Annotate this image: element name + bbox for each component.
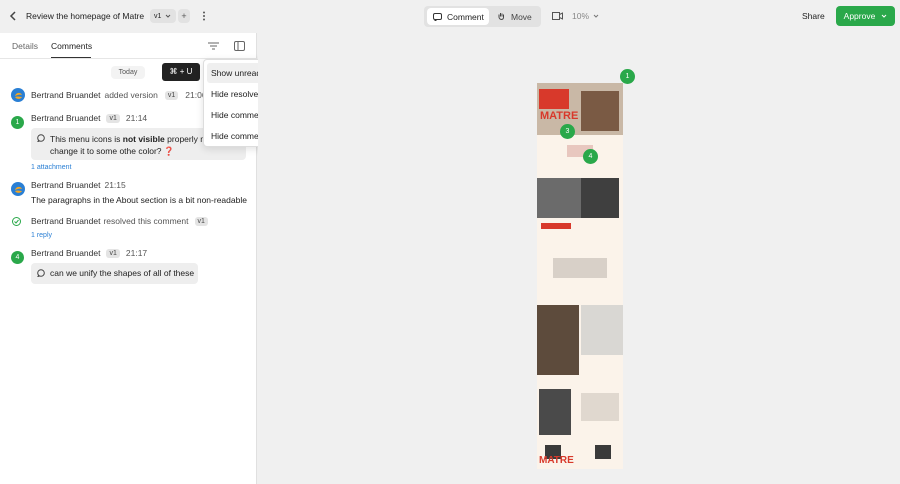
comment-text-line2: change it to some othe color? ❓	[50, 146, 175, 156]
tab-comments[interactable]: Comments	[51, 41, 92, 51]
top-bar: Review the homepage of Matre v1 + Commen…	[0, 0, 900, 33]
timestamp: 21:14	[125, 113, 148, 123]
brand-wordmark: MATRE	[540, 110, 579, 122]
comment-text: This menu icons is not visible properly …	[50, 133, 212, 145]
zoom-value: 10%	[572, 11, 590, 21]
comment-icon	[37, 134, 45, 142]
activity-row: Bertrand Bruandet added version v1 21:06	[31, 90, 207, 100]
approve-button[interactable]: Approve	[836, 6, 895, 26]
avatar	[11, 182, 25, 196]
activity-action: added version	[104, 90, 158, 100]
move-mode-button[interactable]: Move	[497, 8, 539, 25]
author-name: Bertrand Bruandet	[31, 248, 101, 258]
version-badge: v1	[164, 90, 179, 100]
comment-header: Bertrand Bruandet 21:15	[31, 180, 126, 190]
author-name: Bertrand Bruandet	[31, 90, 101, 100]
product-grid-image	[581, 178, 619, 218]
comment-mode-button[interactable]: Comment	[427, 8, 489, 25]
tab-details[interactable]: Details	[12, 41, 38, 51]
gallery-image	[581, 305, 623, 355]
brand-logo-icon	[14, 92, 22, 99]
approve-label: Approve	[843, 11, 876, 21]
page-preview[interactable]: MATRE MATRE	[537, 83, 623, 469]
version-badge: v1	[194, 216, 208, 226]
author-name: Bertrand Bruandet	[31, 180, 101, 190]
product-grid-image	[595, 445, 611, 459]
activity-row: Bertrand Bruandet resolved this comment …	[31, 216, 208, 226]
author-name: Bertrand Bruandet	[31, 216, 101, 226]
comment-text: The paragraphs in the About section is a…	[31, 195, 247, 205]
portrait-image	[539, 389, 571, 435]
product-grid-image	[537, 178, 581, 218]
resolved-check-icon	[11, 216, 21, 226]
comment-text: can we unify the shapes of all of these	[50, 268, 195, 278]
attachment-link[interactable]: 1 attachment	[31, 164, 71, 171]
review-canvas[interactable]: MATRE MATRE 1 3 4	[258, 33, 900, 484]
canvas-comment-marker[interactable]: 1	[620, 69, 635, 84]
canvas-comment-marker[interactable]: 4	[583, 149, 598, 164]
move-mode-label: Move	[511, 11, 532, 22]
comment-marker[interactable]: 4	[11, 251, 24, 264]
date-chip: Today	[111, 66, 145, 79]
back-chevron-icon[interactable]	[6, 9, 20, 23]
page-title: Review the homepage of Matre	[26, 11, 145, 21]
comment-icon	[37, 269, 45, 277]
reply-link[interactable]: 1 reply	[31, 232, 52, 239]
comment-text-part: This menu icons is	[50, 134, 123, 144]
hand-icon	[498, 13, 505, 20]
footer-wordmark: MATRE	[539, 455, 574, 466]
author-name: Bertrand Bruandet	[31, 113, 101, 123]
comment-header: Bertrand Bruandet v1 21:14	[31, 113, 147, 123]
chevron-down-icon	[881, 14, 887, 18]
chevron-down-icon	[166, 14, 171, 18]
hero-red-block	[539, 89, 569, 109]
section-heading	[541, 223, 571, 229]
brand-logo-icon	[14, 186, 22, 193]
comment-text-bold: not visible	[122, 134, 165, 144]
shortcut-tooltip: ⌘ + U	[162, 63, 200, 81]
comment-header: Bertrand Bruandet v1 21:17	[31, 248, 147, 258]
more-vertical-icon[interactable]	[198, 9, 210, 23]
add-version-button[interactable]: +	[178, 9, 190, 23]
activity-action: resolved this comment	[103, 216, 189, 226]
comment-marker[interactable]: 1	[11, 116, 24, 129]
share-button[interactable]: Share	[802, 11, 825, 21]
comment-mode-label: Comment	[447, 11, 484, 22]
version-select[interactable]: v1	[150, 9, 176, 23]
timestamp: 21:15	[104, 180, 126, 190]
frame-icon[interactable]	[550, 10, 564, 22]
comment-icon	[433, 12, 442, 21]
filter-icon[interactable]	[207, 39, 220, 52]
timestamp: 21:17	[125, 248, 148, 258]
gallery-image	[537, 305, 579, 375]
section-text-block	[581, 393, 619, 421]
version-label: v1	[154, 12, 162, 20]
avatar	[11, 88, 25, 102]
zoom-select[interactable]: 10%	[572, 11, 599, 21]
section-text-block	[553, 258, 607, 278]
version-badge: v1	[106, 113, 120, 123]
chevron-down-icon	[593, 14, 599, 18]
sidebar-toggle-icon[interactable]	[233, 39, 246, 52]
version-badge: v1	[106, 248, 120, 258]
canvas-comment-marker[interactable]: 3	[560, 124, 575, 139]
product-image	[581, 91, 619, 131]
comment-bubble[interactable]: can we unify the shapes of all of these	[31, 263, 198, 284]
